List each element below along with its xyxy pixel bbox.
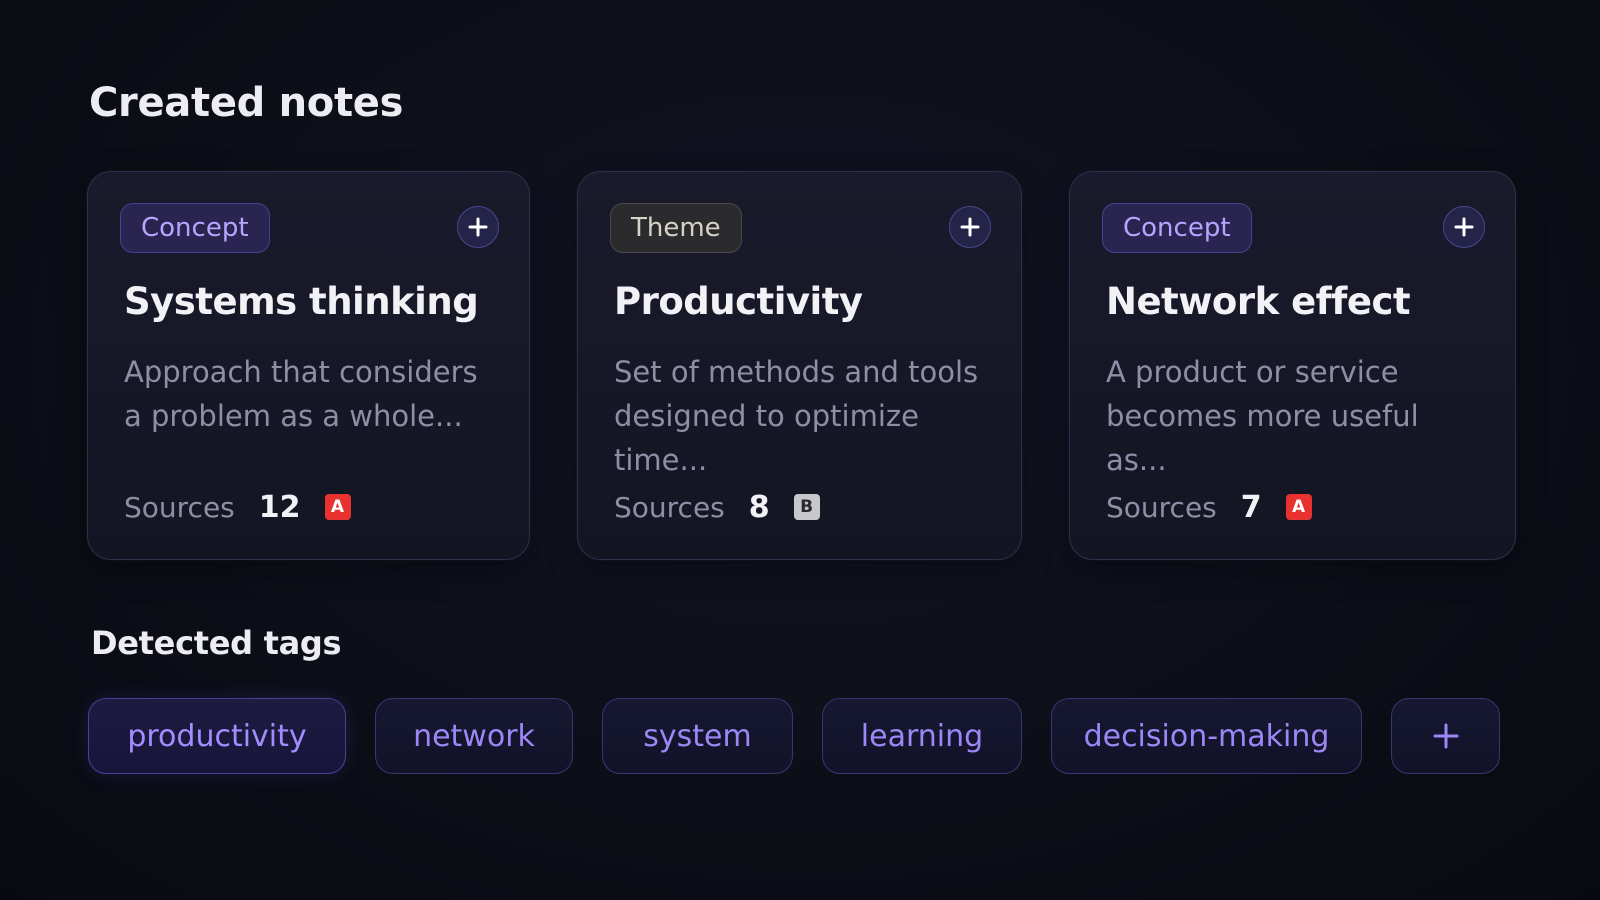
detected-tags-title: Detected tags	[91, 624, 342, 662]
tag-chip-system[interactable]: system	[602, 698, 793, 774]
note-card[interactable]: Concept Network effect A product or serv…	[1069, 171, 1516, 560]
sources-count: 12	[258, 489, 301, 525]
plus-icon	[1454, 217, 1474, 237]
note-description: Set of methods and tools designed to opt…	[614, 355, 979, 477]
sources-label: Sources	[614, 490, 725, 524]
source-b-icon: B	[793, 494, 820, 520]
tag-chip-decision-making[interactable]: decision-making	[1051, 698, 1362, 774]
tag-chip-learning[interactable]: learning	[822, 698, 1022, 774]
sources-row: Sources 12 A	[124, 487, 351, 527]
add-note-button[interactable]	[1443, 206, 1485, 248]
plus-icon	[468, 217, 488, 237]
plus-icon	[1433, 723, 1458, 749]
note-title: Network effect	[1106, 280, 1411, 323]
sources-label: Sources	[1106, 490, 1217, 524]
tag-chip-network[interactable]: network	[375, 698, 573, 774]
sources-count: 8	[748, 489, 770, 525]
category-badge: Concept	[120, 203, 270, 253]
add-note-button[interactable]	[949, 206, 991, 248]
sources-count: 7	[1240, 489, 1262, 525]
note-title: Systems thinking	[124, 280, 479, 323]
page: Created notes Concept Systems thinking A…	[0, 0, 1600, 900]
created-notes-title: Created notes	[89, 80, 404, 126]
sources-row: Sources 8 B	[614, 487, 820, 527]
note-card[interactable]: Concept Systems thinking Approach that c…	[87, 171, 530, 560]
note-description: Approach that considers a problem as a w…	[124, 355, 478, 433]
plus-icon	[960, 217, 980, 237]
category-badge: Theme	[610, 203, 742, 253]
category-badge: Concept	[1102, 203, 1252, 253]
note-description: A product or service becomes more useful…	[1106, 355, 1419, 477]
tag-chip-productivity[interactable]: productivity	[88, 698, 346, 774]
tag-list: productivity network system learning dec…	[88, 698, 1500, 774]
note-card[interactable]: Theme Productivity Set of methods and to…	[577, 171, 1022, 560]
notes-card-list: Concept Systems thinking Approach that c…	[87, 171, 1516, 560]
note-title: Productivity	[614, 280, 863, 323]
source-a-icon: A	[1285, 494, 1312, 520]
sources-label: Sources	[124, 490, 235, 524]
source-a-icon: A	[324, 494, 351, 520]
sources-row: Sources 7 A	[1106, 487, 1312, 527]
add-note-button[interactable]	[457, 206, 499, 248]
add-tag-button[interactable]	[1391, 698, 1500, 774]
